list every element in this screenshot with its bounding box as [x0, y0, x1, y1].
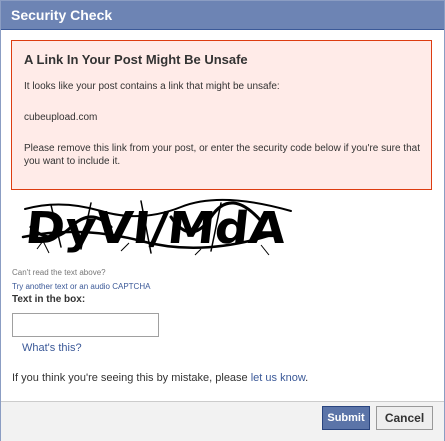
mistake-notice: If you think you're seeing this by mista… — [12, 372, 308, 384]
or-text: or — [67, 282, 80, 291]
unsafe-link-text: cubeupload.com — [24, 112, 98, 123]
whats-this-link[interactable]: What's this? — [22, 342, 82, 354]
cancel-button[interactable]: Cancel — [376, 406, 433, 430]
warning-instructions: Please remove this link from your post, … — [24, 143, 420, 167]
let-us-know-link[interactable]: let us know — [251, 372, 305, 384]
try-another-link[interactable]: Try another text — [12, 282, 68, 291]
captcha-image: DyVI/MdA — [21, 198, 292, 256]
mistake-suffix: . — [305, 372, 309, 384]
submit-button[interactable]: Submit — [322, 406, 370, 430]
captcha-input[interactable] — [12, 313, 159, 337]
text-in-box-label: Text in the box: — [12, 294, 86, 305]
captcha-text: DyVI/MdA — [23, 203, 288, 254]
mistake-text: If you think you're seeing this by mista… — [12, 372, 251, 384]
audio-captcha-link[interactable]: an audio CAPTCHA — [79, 282, 150, 291]
dialog-title: Security Check — [11, 7, 113, 23]
dialog-titlebar: Security Check — [1, 1, 444, 30]
warning-heading: A Link In Your Post Might Be Unsafe — [24, 52, 248, 67]
warning-text: It looks like your post contains a link … — [24, 81, 280, 92]
security-check-dialog: Security Check A Link In Your Post Might… — [0, 0, 445, 441]
captcha-options: Try another text or an audio CAPTCHA — [12, 282, 150, 291]
warning-box: A Link In Your Post Might Be Unsafe It l… — [11, 40, 432, 190]
cant-read-text: Can't read the text above? — [12, 268, 106, 277]
